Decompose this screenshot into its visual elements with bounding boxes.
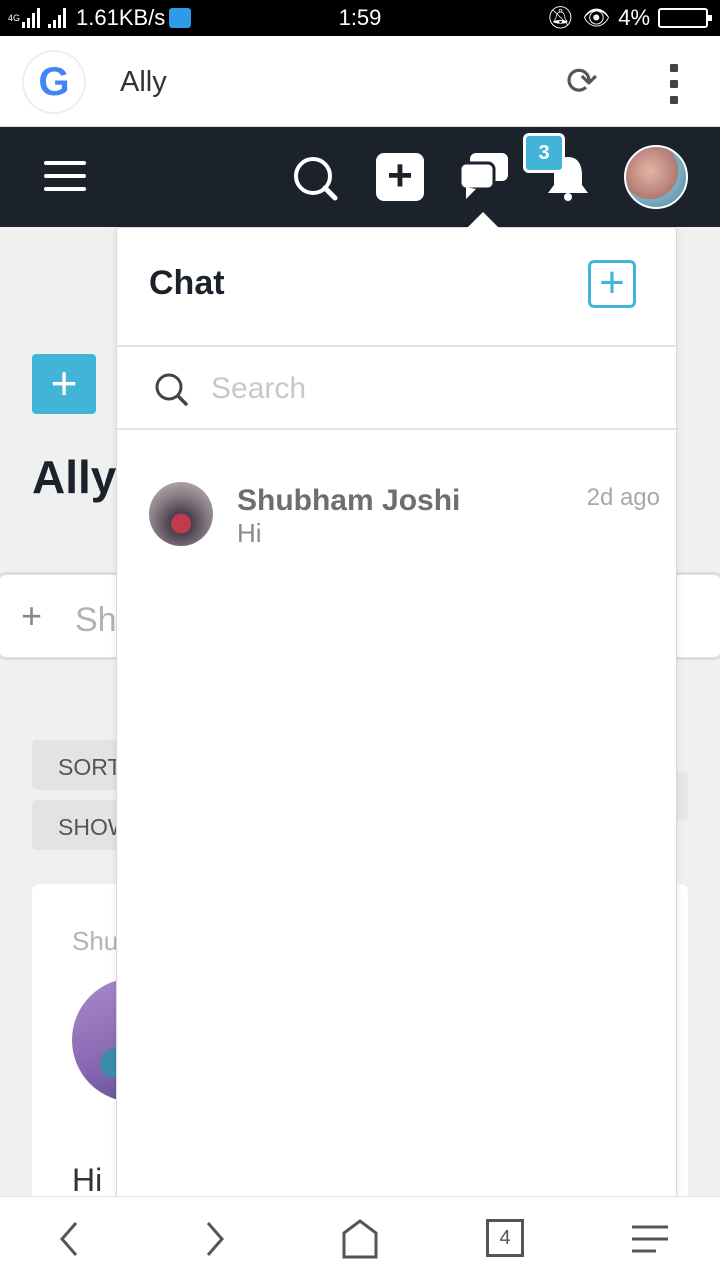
create-button[interactable]: + [376,153,424,201]
app-header: + [0,127,720,227]
status-bar: 4G 1.61KB/s 1:59 🔕︎ 👁︎ 4% [0,0,720,36]
menu-icon[interactable] [626,1215,674,1263]
add-button[interactable]: + [32,354,96,414]
google-logo-icon[interactable]: G [24,52,84,112]
page-title: Ally [32,451,117,503]
post-text: Hi [72,1162,103,1198]
back-icon[interactable] [46,1215,94,1263]
chat-panel-header: Chat + [117,228,676,347]
battery-percent: 4% [618,5,650,30]
chat-search-input[interactable] [211,365,641,413]
user-avatar[interactable] [624,145,688,209]
battery-icon [658,8,712,28]
home-icon[interactable] [336,1215,384,1263]
new-post-placeholder: Sh [75,601,117,639]
search-icon [155,373,188,406]
chat-panel: Chat + Shubham Joshi Hi 2d ago [116,212,677,1202]
panel-caret [467,212,499,228]
avatar [149,482,213,546]
reload-icon[interactable]: ⟳ [566,62,598,102]
browser-toolbar: G Ally ⟳ [0,36,720,127]
forward-icon[interactable] [190,1215,238,1263]
plus-icon: + [21,595,43,636]
chat-search [117,347,676,430]
conversation-name: Shubham Joshi [237,484,461,517]
conversation-item[interactable]: Shubham Joshi Hi 2d ago [117,468,676,558]
status-right: 🔕︎ 👁︎ 4% [546,5,712,31]
notification-count-badge: 3 [523,133,565,173]
tabs-button[interactable]: 4 [486,1219,524,1257]
more-options-icon[interactable] [666,64,682,104]
menu-icon[interactable] [44,161,86,191]
new-chat-button[interactable]: + [588,260,636,308]
chat-panel-title: Chat [149,264,225,302]
conversation-time: 2d ago [586,484,660,511]
search-icon[interactable] [292,155,338,201]
mute-icon: 🔕︎ [546,5,575,30]
chat-icon[interactable] [458,151,510,201]
conversation-preview: Hi [237,518,262,548]
browser-title[interactable]: Ally [120,66,167,99]
post-author: Shu [72,926,119,956]
eye-icon: 👁︎ [582,5,611,30]
browser-bottom-nav: 4 [0,1196,720,1280]
